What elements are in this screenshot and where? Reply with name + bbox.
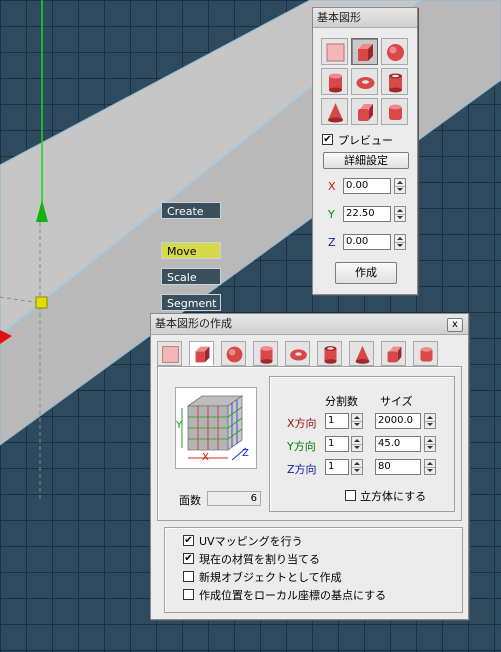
shape-button-tube[interactable] [381, 68, 408, 95]
tube-icon [389, 73, 402, 93]
z-size-spinner[interactable] [424, 459, 436, 475]
face-count-value: 6 [207, 491, 261, 506]
sphere-icon [387, 44, 404, 61]
z-position-spinner[interactable] [394, 234, 406, 250]
z-divisions-input[interactable]: 1 [325, 459, 349, 475]
rounded-cylinder-icon [420, 347, 433, 362]
rounded-cube-icon [387, 346, 402, 363]
y-direction-label: Y方向 [287, 440, 316, 453]
tab-cube[interactable] [189, 341, 214, 366]
z-position-input[interactable]: 0.00 [343, 234, 391, 250]
x-size-input[interactable]: 2000.0 [375, 413, 421, 429]
shape-button-plane[interactable] [321, 38, 348, 65]
shape-button-cylinder[interactable] [321, 68, 348, 95]
torus-icon [356, 77, 375, 89]
shape-button-rounded-cube[interactable] [351, 98, 378, 125]
preview-z-label: Z [242, 448, 249, 459]
rounded-cube-icon [358, 104, 373, 121]
y-position-input[interactable]: 22.50 [343, 206, 391, 222]
z-label: Z [328, 236, 336, 249]
x-size-spinner[interactable] [424, 413, 436, 429]
cylinder-icon [260, 346, 273, 364]
sphere-icon [226, 346, 243, 363]
cube-option-label: 立方体にする [360, 490, 427, 503]
tab-torus[interactable] [285, 341, 310, 366]
x-divisions-input[interactable]: 1 [325, 413, 349, 429]
assign-material-label: 現在の材質を割り当てる [199, 553, 320, 566]
local-origin-label: 作成位置をローカル座標の基点にする [199, 589, 387, 602]
tab-cylinder[interactable] [253, 341, 278, 366]
uv-mapping-checkbox[interactable]: ✔ [183, 535, 194, 546]
cone-icon [328, 103, 343, 123]
cube-checkbox[interactable] [345, 490, 356, 501]
cylinder-icon [329, 73, 342, 93]
tab-tube[interactable] [317, 341, 342, 366]
cube-icon [358, 44, 373, 61]
new-object-label: 新規オブジェクトとして作成 [199, 571, 342, 584]
move-mode-button[interactable]: Move [161, 242, 221, 259]
x-divisions-spinner[interactable] [351, 413, 363, 429]
y-divisions-spinner[interactable] [351, 436, 363, 452]
plane-icon [326, 43, 345, 62]
primitive-panel: 基本図形 ✔ プレビュー 詳細設定 X 0.00 Y 22.50 Z 0.00 … [312, 7, 418, 295]
assign-material-checkbox[interactable]: ✔ [183, 553, 194, 564]
face-count-label: 面数 [179, 494, 201, 507]
torus-icon [290, 349, 307, 361]
divisions-header: 分割数 [325, 395, 358, 408]
dialog-title: 基本図形の作成 [151, 314, 468, 335]
create-button[interactable]: 作成 [335, 262, 397, 284]
shape-preview: Y X Z [175, 387, 257, 469]
preview-checkbox[interactable]: ✔ [322, 134, 333, 145]
y-size-input[interactable]: 45.0 [375, 436, 421, 452]
tab-cone[interactable] [349, 341, 374, 366]
local-origin-checkbox[interactable] [183, 589, 194, 600]
y-divisions-input[interactable]: 1 [325, 436, 349, 452]
cube-icon [195, 346, 210, 363]
tube-icon [324, 346, 337, 364]
x-label: X [328, 180, 336, 193]
z-divisions-spinner[interactable] [351, 459, 363, 475]
move-center-handle[interactable] [35, 296, 48, 309]
tab-plane[interactable] [157, 341, 182, 366]
shape-button-torus[interactable] [351, 68, 378, 95]
z-direction-label: Z方向 [287, 463, 317, 476]
preview-y-label: Y [176, 420, 183, 431]
tab-sphere[interactable] [221, 341, 246, 366]
preview-label: プレビュー [338, 134, 393, 147]
rounded-cylinder-icon [389, 104, 402, 120]
size-header: サイズ [380, 395, 413, 408]
details-settings-button[interactable]: 詳細設定 [323, 152, 409, 169]
create-mode-button[interactable]: Create [161, 202, 221, 219]
uv-mapping-label: UVマッピングを行う [199, 535, 303, 548]
x-direction-label: X方向 [287, 417, 317, 430]
primitive-panel-title: 基本図形 [313, 8, 417, 28]
new-object-checkbox[interactable] [183, 571, 194, 582]
shape-button-sphere[interactable] [381, 38, 408, 65]
cone-icon [355, 345, 370, 364]
shape-grid [321, 38, 409, 126]
close-button[interactable]: x [447, 318, 463, 332]
shape-button-rounded-cylinder[interactable] [381, 98, 408, 125]
scale-mode-button[interactable]: Scale [161, 268, 221, 285]
create-primitive-dialog: 基本図形の作成 x Y X Z 面数 6 分割数 サイズ X方向 1 2000.… [150, 313, 469, 620]
tab-rounded-cube[interactable] [381, 341, 406, 366]
shape-button-cone[interactable] [321, 98, 348, 125]
x-position-spinner[interactable] [394, 178, 406, 194]
z-size-input[interactable]: 80 [375, 459, 421, 475]
tab-rounded-cylinder[interactable] [413, 341, 438, 366]
shape-button-cube[interactable] [351, 38, 378, 65]
preview-x-label: X [202, 452, 209, 463]
y-size-spinner[interactable] [424, 436, 436, 452]
y-position-spinner[interactable] [394, 206, 406, 222]
plane-icon [162, 346, 179, 363]
x-position-input[interactable]: 0.00 [343, 178, 391, 194]
segment-mode-button[interactable]: Segment [161, 294, 221, 311]
y-label: Y [328, 208, 335, 221]
